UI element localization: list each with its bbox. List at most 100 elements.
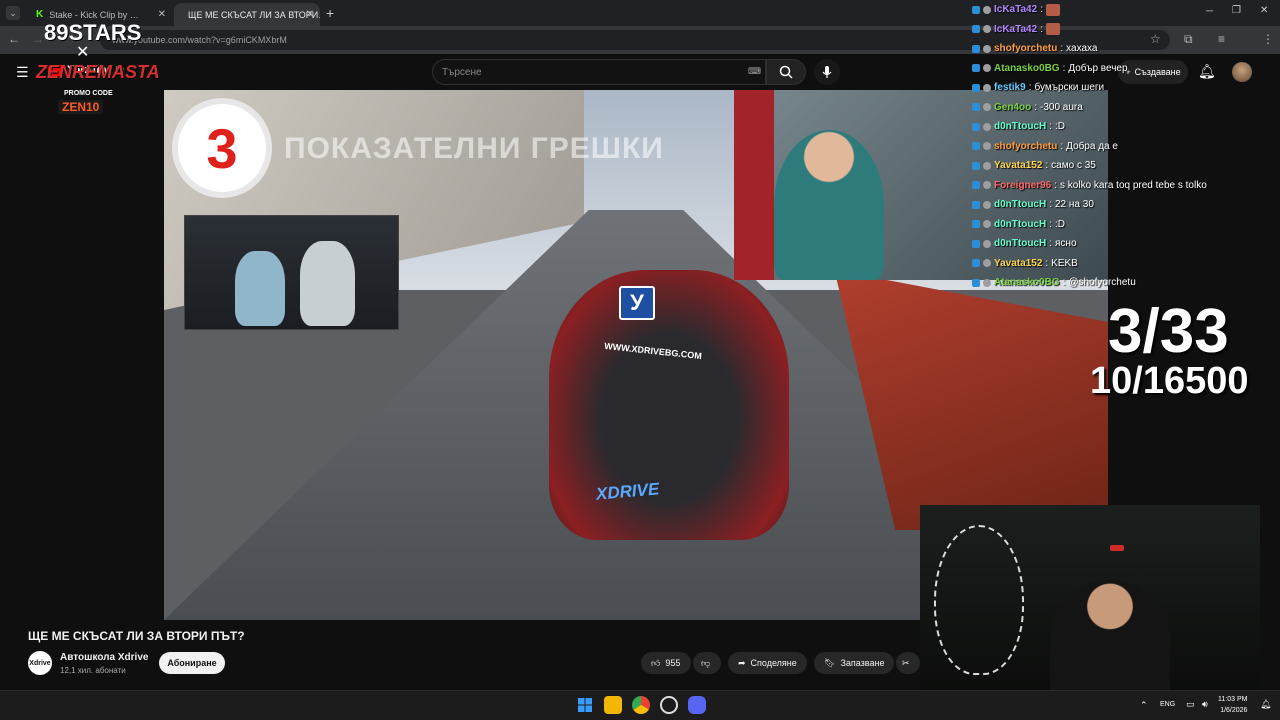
left-shoe [235,251,285,326]
hamburger-menu-icon[interactable]: ☰ [16,64,29,81]
chat-message: shofyorchetu: хахаха [972,39,1272,59]
chat-message: Gen4oo: -300 aura [972,98,1272,118]
tab-search-icon[interactable]: ⌄ [6,6,20,20]
chat-separator: : [1045,257,1049,269]
chat-separator: : [1028,82,1032,94]
chat-separator: : [1049,121,1052,133]
subscribe-button[interactable]: Абониране [159,652,225,674]
chat-separator: : [1054,179,1058,191]
tray-chevron-icon[interactable]: ⌃ [1140,700,1148,711]
thumbs-up-icon: 👍︎ [651,657,661,668]
sub-badge-icon [983,25,991,34]
sub-badge-icon [983,64,991,73]
episode-number: 3 [206,116,238,180]
chat-message: Atanasko0BG: @shofyorchetu [972,273,1272,293]
chat-message: Atanasko0BG: Добър вечер [972,59,1272,79]
chat-text: s kolko kara toq pred tebe s tolko [1060,179,1207,191]
chat-username[interactable]: d0nTtoucH [994,219,1046,230]
close-tab-icon[interactable]: ✕ [158,9,166,20]
system-clock[interactable]: 11:03 PM 1/6/2026 [1218,694,1247,716]
chat-username[interactable]: IcKaTa42 [994,24,1037,35]
like-button[interactable]: 👍︎ 955 [641,652,691,674]
sub-badge-icon [983,200,991,209]
platform-badge-icon [972,5,980,14]
chat-username[interactable]: d0nTtoucH [994,121,1046,132]
sub-badge-icon [983,239,991,248]
platform-badge-icon [972,181,980,190]
like-count: 955 [665,658,681,668]
voice-search-button[interactable] [814,59,840,85]
chat-message: Yavata152: KEKB [972,254,1272,274]
subscriber-count: 12,1 хил. абонати [60,666,126,675]
new-tab-button[interactable]: + [326,5,334,21]
chat-username[interactable]: Atanasko0BG [994,63,1060,74]
platform-badge-icon [972,44,980,53]
learner-car [549,270,789,540]
sub-badge-icon [983,161,991,170]
platform-badge-icon [972,259,980,268]
chat-message: d0nTtoucH:22 на 30 [972,195,1272,215]
platform-badge-icon [972,239,980,248]
channel-name[interactable]: Автошкола Xdrive [60,652,148,663]
steam-icon[interactable] [660,696,678,714]
notification-center-icon[interactable]: 🔔︎ [1260,699,1271,710]
share-label: Споделяне [750,658,797,668]
platform-badge-icon [972,83,980,92]
network-icon[interactable]: ▭ [1186,699,1195,710]
emote-icon [1045,23,1060,36]
share-button[interactable]: ➦ Споделяне [728,652,807,674]
streamer-figure [1050,580,1170,700]
save-button[interactable]: 🔖︎ Запазване [814,652,895,674]
chat-username[interactable]: Yavata152 [994,258,1042,269]
chat-message: festik9: бумърски шеги [972,78,1272,98]
volume-icon[interactable]: 🔊︎ [1202,699,1208,710]
platform-badge-icon [972,25,980,34]
chat-username[interactable]: d0nTtoucH [994,199,1046,210]
chat-message: IcKaTa42: [972,20,1272,40]
file-explorer-icon[interactable] [604,696,622,714]
chat-text: бумърски шеги [1034,82,1105,94]
tab-youtube[interactable]: ЩЕ МЕ СКЪСАТ ЛИ ЗА ВТОРИ… ✕ [174,3,320,26]
search-input[interactable]: Търсене [432,59,766,85]
video-overlay-text: ПОКАЗАТЕЛНИ ГРЕШКИ [284,132,664,165]
keyboard-icon[interactable]: ⌨ [748,66,761,77]
platform-badge-icon [972,142,980,151]
chrome-icon[interactable] [632,696,650,714]
sub-badge-icon [983,220,991,229]
search-button[interactable] [766,59,806,85]
windows-logo-icon [578,698,592,712]
discord-icon[interactable] [688,696,706,714]
chat-username[interactable]: festik9 [994,82,1026,93]
chat-username[interactable]: Foreigner96 [994,180,1051,191]
chat-username[interactable]: Atanasko0BG [994,277,1060,288]
sub-badge-icon [983,5,991,14]
windows-start-icon[interactable] [576,696,594,714]
chat-message: Yavata152: само с 35 [972,156,1272,176]
chat-username[interactable]: IcKaTa42 [994,4,1037,15]
chat-text: само с 35 [1051,160,1096,172]
dislike-button[interactable]: 👎︎ [693,652,721,674]
video-title: ЩЕ МЕ СКЪСАТ ЛИ ЗА ВТОРИ ПЪТ? [28,629,245,643]
sponsor-top-text: 89STARS [44,20,142,45]
chat-username[interactable]: Gen4oo [994,102,1031,113]
chat-username[interactable]: Yavata152 [994,160,1042,171]
channel-avatar[interactable]: Xdrive [28,651,52,675]
chat-separator: : [1049,238,1052,250]
close-tab-icon[interactable]: ✕ [306,9,314,20]
chat-text: хахаха [1066,43,1098,55]
chat-username[interactable]: d0nTtoucH [994,238,1046,249]
back-icon[interactable]: ← [8,32,20,46]
chat-message: shofyorchetu: Добра да е [972,137,1272,157]
chat-separator: : [1049,199,1052,211]
platform-badge-icon [972,220,980,229]
chat-message: IcKaTa42: [972,0,1272,20]
chat-username[interactable]: shofyorchetu [994,43,1057,54]
chat-text: :D [1055,218,1065,230]
promo-label: PROMO CODE [64,90,113,97]
language-indicator[interactable]: ENG [1160,701,1175,708]
chat-separator: : [1062,62,1066,74]
clip-button[interactable]: ✂ [896,652,920,674]
chat-username[interactable]: shofyorchetu [994,141,1057,152]
sponsor-overlay: 89STARS ✕ ZENREMASTA PROMO CODE ZEN10 [36,6,160,116]
chat-separator: : [1045,160,1049,172]
